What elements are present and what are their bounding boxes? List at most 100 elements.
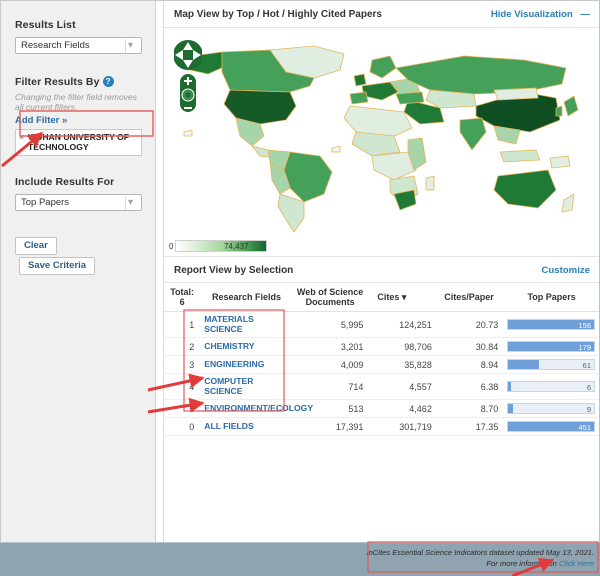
th-research-fields[interactable]: Research Fields	[200, 283, 293, 312]
top-papers-bar-fill	[508, 360, 539, 369]
footer-line-2-prefix: For more information	[486, 559, 559, 568]
top-papers-value: 156	[578, 321, 591, 330]
table-row[interactable]: 4 COMPUTER SCIENCE 714 4,557 6.38 6	[164, 373, 599, 400]
results-list-value: Research Fields	[21, 40, 90, 51]
total-label: Total:	[170, 287, 195, 297]
top-papers-bar: 61	[507, 359, 595, 370]
top-papers-bar: 179	[507, 341, 595, 352]
table-row[interactable]: 3 ENGINEERING 4,009 35,828 8.94 61	[164, 355, 599, 374]
th-cites[interactable]: Cites ▾	[367, 283, 436, 312]
th-cites-per-paper[interactable]: Cites/Paper	[435, 283, 503, 312]
table-row[interactable]: 0 ALL FIELDS 17,391 301,719 17.35 451	[164, 417, 599, 436]
legend-max: 74,437	[223, 242, 249, 251]
footer-note: InCites Essential Science Indicators dat…	[348, 547, 594, 569]
footer-line-1: InCites Essential Science Indicators dat…	[366, 548, 594, 557]
top-papers-bar: 156	[507, 319, 595, 330]
app-root: Results List Research Fields ▾ Filter Re…	[0, 0, 600, 576]
top-papers-bar: 451	[507, 421, 595, 432]
filter-chip[interactable]: × WUHAN UNIVERSITY OF TECHNOLOGY	[19, 132, 138, 152]
main-panel: Map View by Top / Hot / Highly Cited Pap…	[163, 1, 599, 542]
th-total: Total: 6	[164, 283, 201, 312]
close-icon[interactable]: ×	[19, 132, 24, 142]
row-research-field: ALL FIELDS	[200, 417, 293, 436]
row-top-papers: 9	[502, 399, 599, 418]
report-panel-title: Report View by Selection	[174, 265, 294, 276]
row-research-field: MATERIALS SCIENCE	[200, 311, 293, 338]
research-field-link[interactable]: MATERIALS SCIENCE	[204, 314, 289, 334]
top-papers-bar-fill	[508, 404, 514, 413]
row-research-field: ENGINEERING	[200, 355, 293, 374]
row-rank: 3	[164, 355, 201, 374]
results-list-select[interactable]: Research Fields ▾	[15, 37, 142, 54]
hide-visualization-link[interactable]: Hide Visualization —	[491, 1, 590, 28]
top-papers-value: 179	[578, 343, 591, 352]
include-results-select[interactable]: Top Papers ▾	[15, 194, 142, 211]
save-criteria-button[interactable]: Save Criteria	[19, 257, 96, 275]
select-divider	[125, 39, 126, 53]
chevron-down-icon: ▾	[128, 40, 134, 51]
filter-results-label: Filter Results By?	[15, 76, 141, 88]
top-papers-value: 9	[586, 405, 591, 414]
world-map-svg	[183, 45, 579, 233]
row-cites-per-paper: 17.35	[435, 417, 503, 436]
filter-section: Filter Results By? Changing the filter f…	[1, 54, 155, 156]
table-row[interactable]: 5 ENVIRONMENT/ECOLOGY 513 4,462 8.70 9	[164, 399, 599, 418]
row-top-papers: 451	[502, 417, 599, 436]
row-rank: 0	[164, 417, 201, 436]
table-row[interactable]: 1 MATERIALS SCIENCE 5,995 124,251 20.73 156	[164, 311, 599, 338]
chevron-down-icon: ▾	[128, 197, 134, 208]
row-cites: 124,251	[367, 311, 436, 338]
row-cites: 35,828	[367, 355, 436, 374]
row-top-papers: 156	[502, 311, 599, 338]
top-papers-value: 6	[586, 383, 591, 392]
click-here-link[interactable]: Click Here	[559, 559, 594, 568]
world-map-visualization[interactable]: 0 74,437	[164, 28, 599, 256]
research-field-link[interactable]: ENVIRONMENT/ECOLOGY	[204, 403, 313, 414]
top-papers-bar-fill	[508, 382, 512, 391]
sort-descending-icon: ▾	[401, 291, 407, 302]
top-papers-bar: 9	[507, 403, 595, 414]
row-research-field: COMPUTER SCIENCE	[200, 373, 293, 400]
row-documents: 17,391	[292, 417, 368, 436]
report-table-head: Total: 6 Research Fields Web of Science …	[164, 283, 599, 312]
research-field-link[interactable]: CHEMISTRY	[204, 341, 289, 352]
top-papers-value: 61	[582, 361, 591, 370]
row-documents: 714	[292, 373, 368, 400]
th-top-papers[interactable]: Top Papers	[502, 283, 599, 312]
table-row[interactable]: 2 CHEMISTRY 3,201 98,706 30.84 179	[164, 337, 599, 356]
map-panel-title: Map View by Top / Hot / Highly Cited Pap…	[174, 9, 382, 20]
map-controls[interactable]	[173, 38, 203, 119]
row-cites-per-paper: 30.84	[435, 337, 503, 356]
add-filter-link[interactable]: Add Filter »	[15, 115, 141, 126]
row-research-field: ENVIRONMENT/ECOLOGY	[200, 399, 313, 418]
row-documents: 4,009	[292, 355, 368, 374]
question-mark-icon[interactable]: ?	[102, 76, 114, 87]
filter-hint: Changing the filter field removes all cu…	[15, 92, 137, 112]
include-results-value: Top Papers	[21, 197, 70, 208]
th-documents[interactable]: Web of Science Documents	[292, 283, 368, 312]
report-panel-header: Report View by Selection Customize	[164, 256, 599, 284]
row-top-papers: 179	[502, 337, 599, 356]
sidebar-button-row: Clear Save Criteria	[1, 211, 155, 275]
research-field-link[interactable]: ENGINEERING	[204, 359, 289, 370]
research-field-link[interactable]: ALL FIELDS	[204, 421, 289, 432]
top-papers-bar: 6	[507, 381, 595, 392]
filter-chip-box: × WUHAN UNIVERSITY OF TECHNOLOGY	[15, 129, 142, 156]
results-list-section: Results List Research Fields ▾	[1, 1, 155, 54]
th-cites-label: Cites	[377, 291, 400, 302]
row-cites-per-paper: 6.38	[435, 373, 503, 400]
page-footer: InCites Essential Science Indicators dat…	[0, 543, 600, 576]
table-header-row: Total: 6 Research Fields Web of Science …	[164, 283, 599, 312]
clear-button[interactable]: Clear	[15, 237, 57, 255]
row-research-field: CHEMISTRY	[200, 337, 293, 356]
customize-link[interactable]: Customize	[541, 257, 590, 284]
map-panel-header: Map View by Top / Hot / Highly Cited Pap…	[164, 1, 599, 28]
results-list-label: Results List	[15, 19, 76, 31]
research-field-link[interactable]: COMPUTER SCIENCE	[204, 376, 289, 396]
row-cites-per-paper: 20.73	[435, 311, 503, 338]
app-shell: Results List Research Fields ▾ Filter Re…	[0, 0, 600, 543]
row-cites: 98,706	[367, 337, 436, 356]
row-cites: 4,557	[367, 373, 436, 400]
row-rank: 5	[164, 399, 201, 418]
map-control-icons	[173, 40, 203, 112]
